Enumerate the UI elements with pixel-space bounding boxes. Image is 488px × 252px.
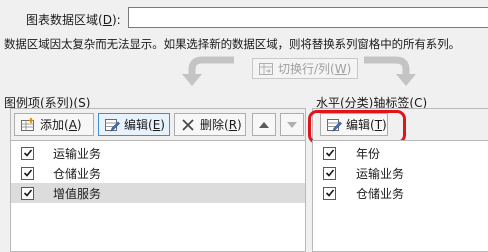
series-checkbox[interactable] xyxy=(21,146,34,160)
edit-series-label: 编辑(E) xyxy=(124,118,165,132)
checkmark-icon xyxy=(23,149,32,157)
axis-label-item[interactable]: 仓储业务 xyxy=(313,183,488,203)
delete-icon xyxy=(182,118,194,131)
axis-label-checkbox[interactable] xyxy=(323,186,336,200)
axis-labels-list: 年份 运输业务 仓储业务 xyxy=(312,140,488,252)
series-item-transport[interactable]: 运输业务 xyxy=(11,143,305,163)
checkmark-icon xyxy=(325,149,334,157)
move-up-icon xyxy=(259,121,269,128)
move-up-button[interactable] xyxy=(252,113,276,136)
add-icon xyxy=(21,117,34,131)
checkmark-icon xyxy=(23,169,32,177)
axis-label-text: 年份 xyxy=(356,146,381,161)
checkmark-icon xyxy=(325,169,334,177)
edit-series-button[interactable]: 编辑(E) xyxy=(98,113,170,136)
data-range-label: 图表数据区域(D): xyxy=(26,13,121,27)
switch-row-column-button[interactable]: 切换行/列(W) xyxy=(252,58,358,79)
axis-label-checkbox[interactable] xyxy=(323,166,336,180)
series-item-label: 仓储业务 xyxy=(53,166,102,181)
series-item-label: 运输业务 xyxy=(53,146,102,161)
series-item-warehouse[interactable]: 仓储业务 xyxy=(11,163,305,183)
axis-label-text: 仓储业务 xyxy=(356,186,405,201)
series-item-label: 增值服务 xyxy=(53,186,102,201)
complex-range-warning: 数据区域因太复杂而无法显示。如果选择新的数据区域，则将替换系列窗格中的所有系列。 xyxy=(4,37,460,51)
data-range-input[interactable] xyxy=(128,7,488,28)
add-series-button[interactable]: 添加(A) xyxy=(14,113,94,136)
checkmark-icon xyxy=(325,189,334,197)
switch-row-column-icon xyxy=(259,62,273,75)
series-checkbox[interactable] xyxy=(21,166,34,180)
edit-icon xyxy=(105,118,120,132)
highlight-annotation xyxy=(308,110,406,144)
delete-series-label: 删除(R) xyxy=(200,118,242,132)
arrow-left-icon xyxy=(182,56,234,86)
arrow-right-icon xyxy=(364,56,416,86)
axis-label-checkbox[interactable] xyxy=(323,146,336,160)
legend-entries-list: 运输业务 仓储业务 增值服务 xyxy=(10,140,306,252)
delete-series-button[interactable]: 删除(R) xyxy=(174,113,246,136)
axis-label-item[interactable]: 年份 xyxy=(313,143,488,163)
switch-row-column-label: 切换行/列(W) xyxy=(278,62,352,76)
series-item-value-added[interactable]: 增值服务 xyxy=(11,183,305,203)
add-series-label: 添加(A) xyxy=(40,118,82,132)
series-checkbox[interactable] xyxy=(21,186,34,200)
move-down-button[interactable] xyxy=(280,113,304,136)
axis-label-text: 运输业务 xyxy=(356,166,405,181)
move-down-icon xyxy=(287,121,297,128)
axis-label-item[interactable]: 运输业务 xyxy=(313,163,488,183)
checkmark-icon xyxy=(23,189,32,197)
